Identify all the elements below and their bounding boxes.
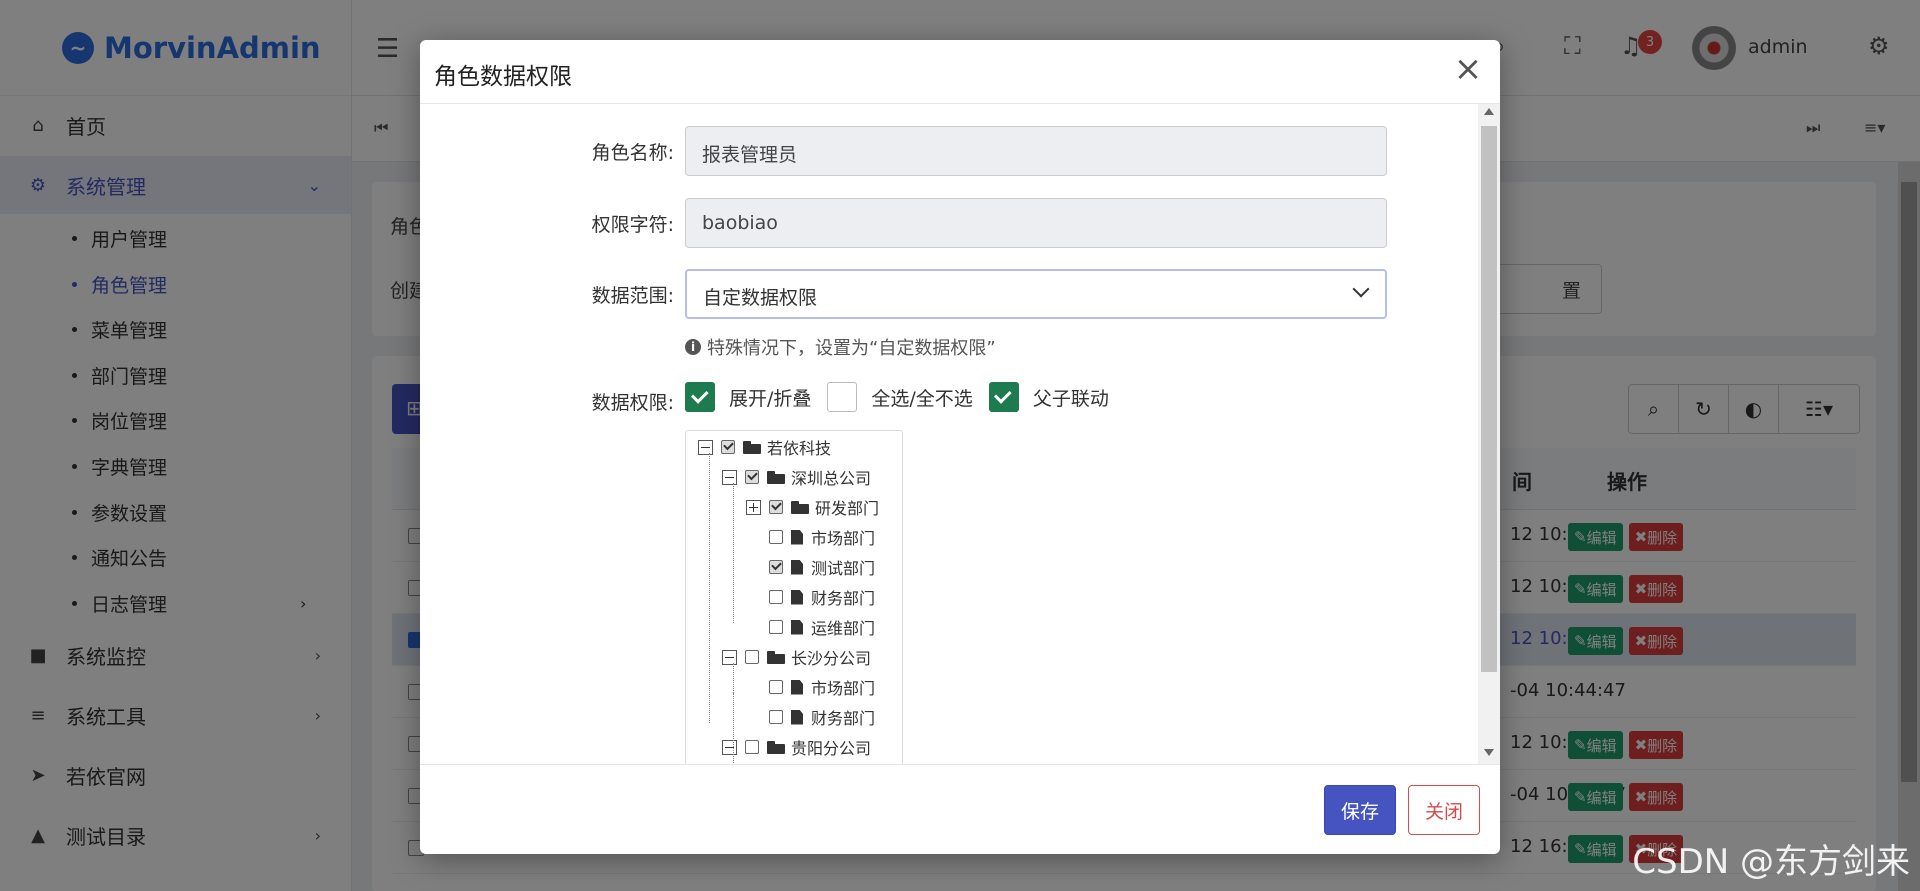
folder-open-icon — [767, 650, 785, 664]
tree-node-checkbox[interactable] — [745, 740, 759, 754]
tree-node-label: 财务部门 — [811, 589, 876, 608]
scroll-up-arrow-icon[interactable] — [1484, 108, 1494, 115]
role-data-scope-dialog: 角色数据权限 × 角色名称: 报表管理员 权限字符: baobiao 数据范围:… — [420, 40, 1500, 854]
role-key-label: 权限字符: — [591, 214, 674, 236]
data-scope-select[interactable]: 自定数据权限 — [685, 269, 1387, 319]
select-all-label: 全选/全不选 — [871, 387, 973, 410]
dialog-scrollbar[interactable] — [1478, 104, 1500, 764]
data-scope-hint: i 特殊情况下，设置为“自定数据权限” — [685, 334, 996, 360]
close-button[interactable]: 关闭 — [1408, 785, 1480, 835]
watermark: CSDN @东方剑来 — [1632, 842, 1910, 882]
tree-node-checkbox[interactable] — [745, 650, 759, 664]
tree-node-checkbox[interactable] — [769, 590, 783, 604]
tree-node-checkbox[interactable] — [721, 440, 735, 454]
parent-child-link-checkbox[interactable] — [988, 382, 1019, 412]
collapse-minus-icon[interactable] — [722, 469, 737, 485]
file-icon — [791, 559, 803, 575]
role-key-field[interactable]: baobiao — [685, 198, 1387, 248]
tree-node-label: 市场部门 — [811, 679, 876, 698]
expand-collapse-checkbox[interactable] — [685, 382, 715, 412]
dialog-scroll-thumb[interactable] — [1481, 126, 1497, 672]
save-button[interactable]: 保存 — [1324, 785, 1396, 835]
tree-node[interactable]: 市场部门 — [746, 525, 875, 549]
file-icon — [791, 619, 803, 635]
dialog-header: 角色数据权限 × — [420, 40, 1500, 104]
role-name-field[interactable]: 报表管理员 — [685, 126, 1387, 176]
parent-child-link-label: 父子联动 — [1032, 387, 1109, 410]
dialog-footer: 保存 关闭 — [420, 764, 1500, 854]
tree-node-label: 运维部门 — [811, 619, 876, 638]
tree-node-label: 市场部门 — [811, 529, 876, 548]
tree-node-label: 长沙分公司 — [791, 649, 872, 668]
role-name-label: 角色名称: — [591, 142, 674, 164]
tree-node-label: 测试部门 — [811, 559, 876, 578]
file-icon — [791, 529, 803, 545]
file-icon — [791, 709, 803, 725]
file-icon — [791, 679, 803, 695]
chevron-down-icon — [1352, 280, 1370, 298]
hint-text: 特殊情况下，设置为“自定数据权限” — [707, 338, 996, 359]
folder-icon — [791, 500, 809, 514]
expand-plus-icon[interactable] — [746, 499, 761, 515]
expand-collapse-label: 展开/折叠 — [729, 387, 812, 410]
collapse-minus-icon[interactable] — [722, 739, 737, 755]
data-perm-label: 数据权限: — [591, 392, 674, 414]
tree-guide-line — [733, 693, 734, 763]
tree-node-label: 研发部门 — [815, 499, 880, 518]
tree-node-checkbox[interactable] — [769, 680, 783, 694]
tree-node[interactable]: 财务部门 — [746, 705, 875, 729]
tree-node[interactable]: 若依科技 — [698, 435, 831, 459]
tree-guide-line — [709, 453, 710, 723]
tree-node[interactable]: 贵阳分公司 — [722, 735, 871, 759]
tree-node-label: 贵阳分公司 — [791, 739, 872, 758]
select-all-checkbox[interactable] — [827, 382, 858, 412]
close-icon[interactable]: × — [1450, 52, 1486, 88]
tree-node-checkbox[interactable] — [769, 560, 783, 574]
folder-open-icon — [767, 470, 785, 484]
tree-node-checkbox[interactable] — [769, 710, 783, 724]
data-scope-value: 自定数据权限 — [703, 287, 818, 309]
dept-tree: 若依科技 深圳总公司 研发部门 市场部门 测试部门 财务部门 运维部门 长沙分公司 市场部门 财务… — [685, 430, 903, 764]
collapse-minus-icon[interactable] — [698, 439, 713, 455]
tree-node-checkbox[interactable] — [745, 470, 759, 484]
tree-node[interactable]: 财务部门 — [746, 585, 875, 609]
tree-node-checkbox[interactable] — [769, 620, 783, 634]
scroll-down-arrow-icon[interactable] — [1484, 749, 1494, 756]
info-icon: i — [685, 339, 701, 355]
tree-node[interactable]: 长沙分公司 — [722, 645, 871, 669]
file-icon — [791, 589, 803, 605]
tree-node[interactable]: 测试部门 — [746, 555, 875, 579]
tree-node-checkbox[interactable] — [769, 530, 783, 544]
tree-node-label: 若依科技 — [767, 439, 832, 458]
tree-options: 展开/折叠 全选/全不选 父子联动 — [685, 382, 1125, 412]
folder-open-icon — [767, 740, 785, 754]
dialog-title: 角色数据权限 — [434, 64, 572, 90]
tree-node-checkbox[interactable] — [769, 500, 783, 514]
tree-node[interactable]: 研发部门 — [746, 495, 879, 519]
collapse-minus-icon[interactable] — [722, 649, 737, 665]
tree-node[interactable]: 深圳总公司 — [722, 465, 871, 489]
folder-open-icon — [743, 440, 761, 454]
tree-node[interactable]: 市场部门 — [746, 675, 875, 699]
tree-guide-line — [733, 483, 734, 623]
tree-guide-line — [733, 663, 734, 693]
tree-node[interactable]: 运维部门 — [746, 615, 875, 639]
dialog-body: 角色名称: 报表管理员 权限字符: baobiao 数据范围: 自定数据权限 i… — [420, 104, 1500, 764]
data-scope-label: 数据范围: — [591, 285, 674, 307]
tree-node-label: 深圳总公司 — [791, 469, 872, 488]
tree-node-label: 财务部门 — [811, 709, 876, 728]
